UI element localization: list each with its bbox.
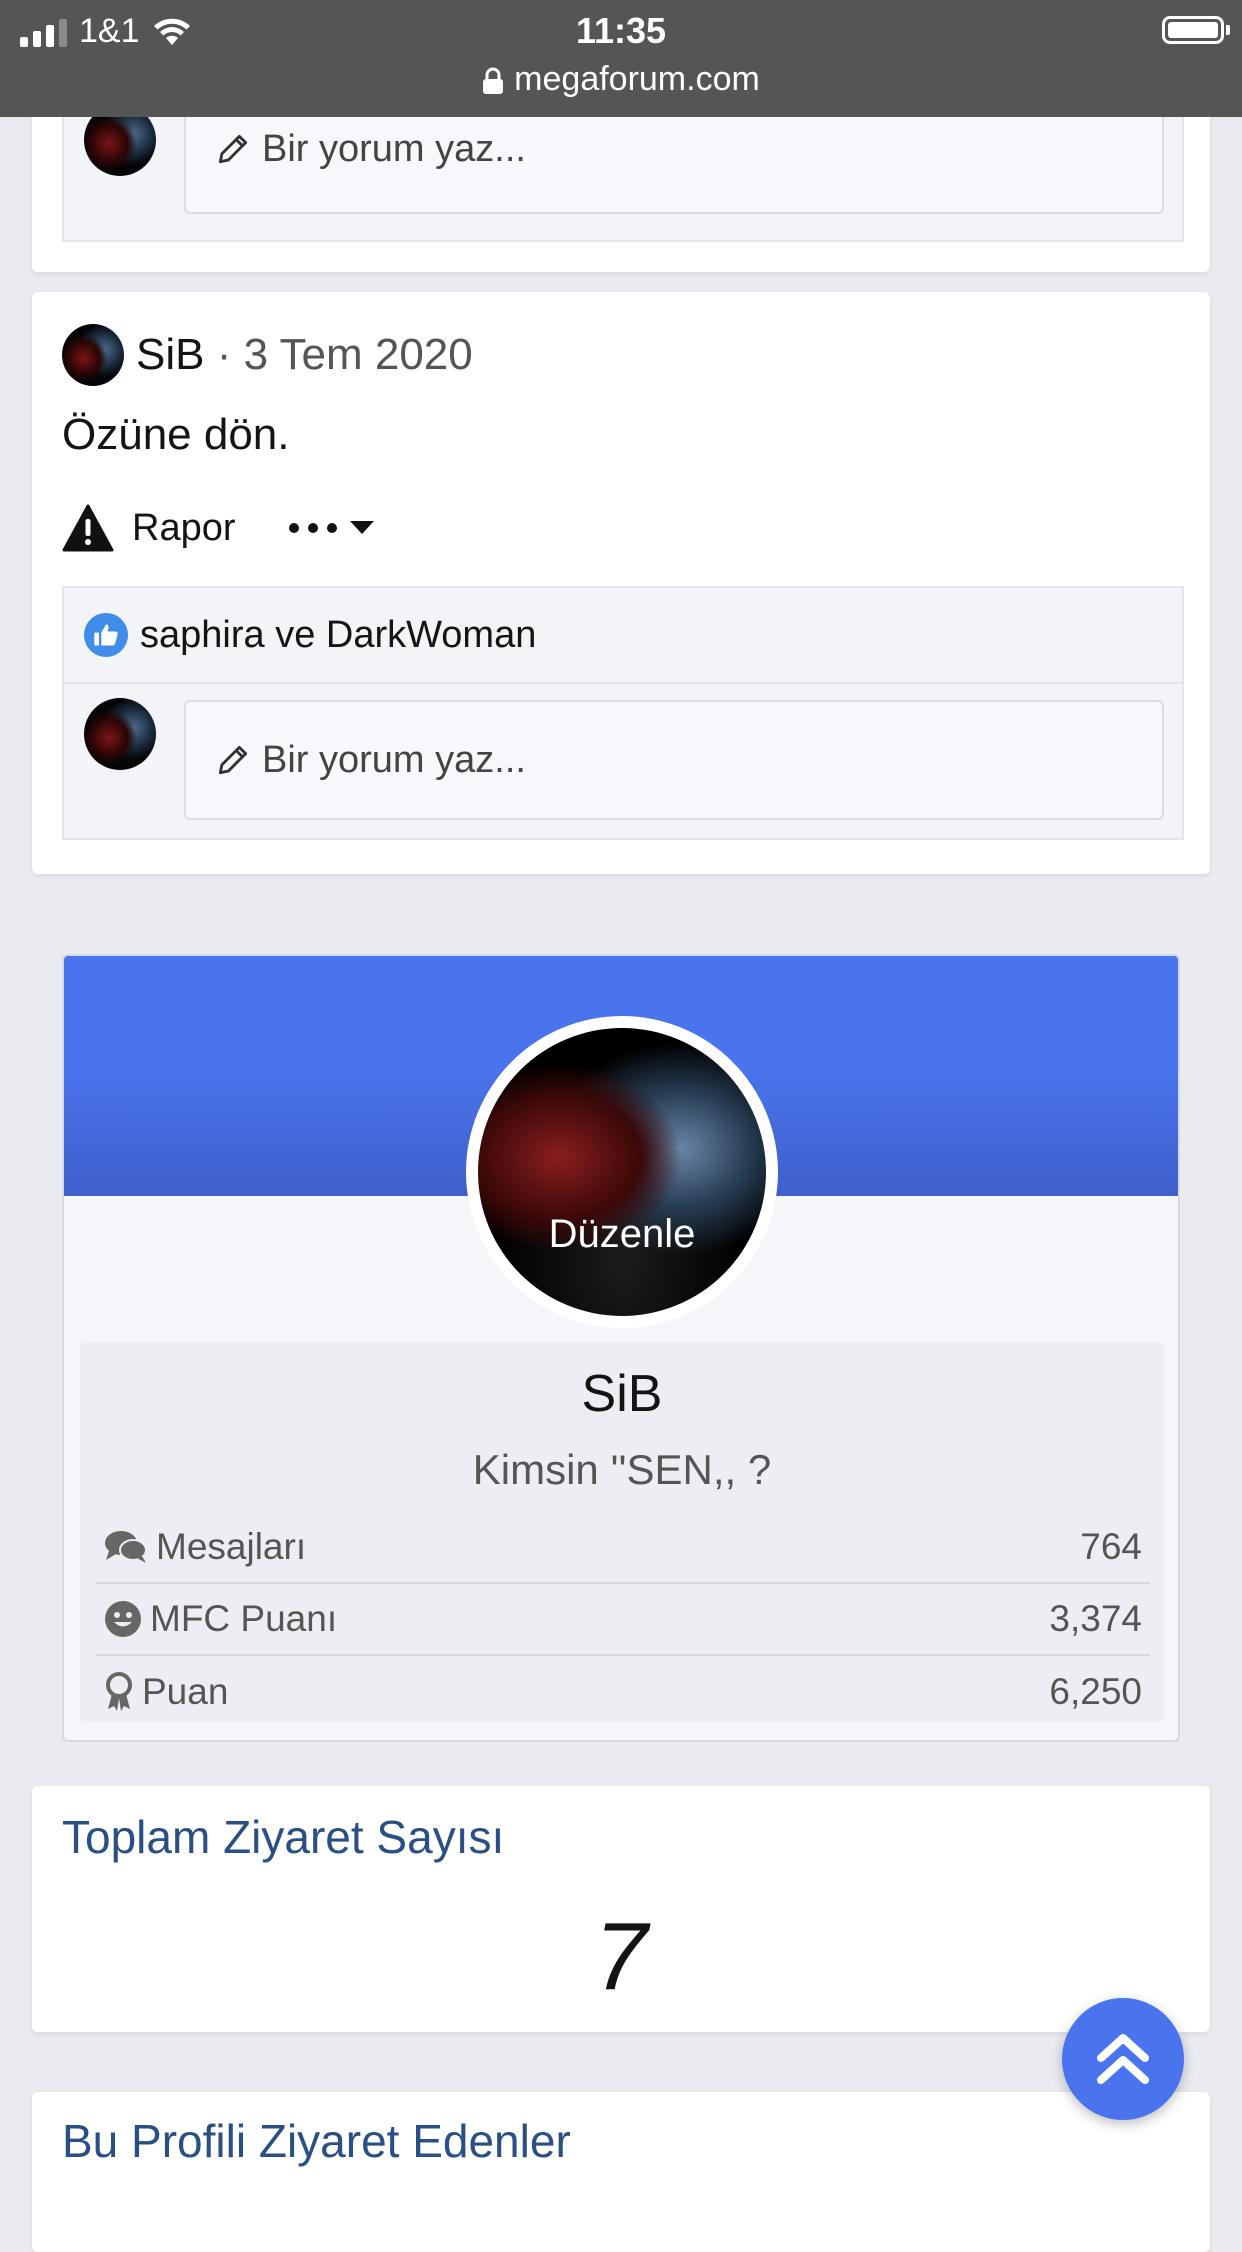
stat-value: 764 [1080, 1526, 1142, 1567]
url-text: megaforum.com [514, 60, 760, 98]
avatar[interactable] [62, 324, 124, 386]
status-bar: 1&1 11:35 megaforum.com [0, 0, 1242, 117]
stat-row-mfc-points: MFC Puanı 3,374 [96, 1584, 1150, 1656]
stat-row-messages: Mesajları 764 [96, 1512, 1150, 1584]
warning-icon [62, 504, 114, 552]
more-menu-button[interactable] [288, 521, 374, 535]
previous-post-card: Bir yorum yaz... [32, 86, 1210, 272]
report-label: Rapor [132, 506, 236, 549]
profile-info: SiB Kimsin ''SEN,, ? Mesajları 764 MFC P… [80, 1342, 1164, 1722]
ellipsis-icon [288, 523, 337, 533]
likes-bar[interactable]: saphira ve DarkWoman [64, 588, 1182, 684]
avatar-image [478, 1028, 766, 1316]
edit-avatar-button[interactable]: Düzenle [466, 1212, 778, 1257]
post-actions: Rapor [62, 504, 374, 552]
stat-label: MFC Puanı [150, 1598, 338, 1639]
visit-count-title: Toplam Ziyaret Sayısı [62, 1811, 505, 1863]
profile-avatar[interactable]: Düzenle [466, 1016, 778, 1328]
post-date[interactable]: · 3 Tem 2020 [217, 330, 473, 380]
visitors-title: Bu Profili Ziyaret Edenler [62, 2115, 571, 2167]
likes-text: saphira ve DarkWoman [140, 613, 537, 656]
post-card: SiB · 3 Tem 2020 Özüne dön. Rapor saphir… [32, 292, 1210, 874]
post-body: Özüne dön. [62, 410, 290, 459]
stat-value: 3,374 [1049, 1598, 1142, 1639]
post-header: SiB · 3 Tem 2020 [62, 324, 473, 386]
report-button[interactable]: Rapor [62, 504, 236, 552]
stat-label: Mesajları [156, 1526, 307, 1567]
profile-name[interactable]: SiB [80, 1364, 1164, 1424]
profile-card: Düzenle SiB Kimsin ''SEN,, ? Mesajları 7… [62, 954, 1180, 1742]
profile-user-title: Kimsin ''SEN,, ? [472, 1446, 772, 1493]
comments-icon [105, 1531, 147, 1563]
lock-icon [483, 67, 504, 95]
stat-value: 6,250 [1049, 1671, 1142, 1712]
double-chevron-up-icon [1097, 2034, 1149, 2084]
scroll-to-top-button[interactable] [1062, 1998, 1184, 2120]
stat-label: Puan [142, 1671, 229, 1712]
caret-down-icon [349, 521, 374, 534]
address-bar[interactable]: megaforum.com [0, 60, 1242, 99]
comment-area: saphira ve DarkWoman Bir yorum yaz... [62, 586, 1184, 840]
thumbs-up-icon [84, 613, 128, 657]
pencil-icon [218, 134, 248, 164]
visitors-card: Bu Profili Ziyaret Edenler [32, 2092, 1210, 2252]
smile-icon [105, 1601, 141, 1637]
visit-count-card: Toplam Ziyaret Sayısı 7 [32, 1786, 1210, 2032]
comment-placeholder: Bir yorum yaz... [262, 127, 526, 170]
battery-icon [1162, 16, 1230, 44]
stat-row-points: Puan 6,250 [96, 1656, 1150, 1728]
clock: 11:35 [575, 10, 667, 51]
pencil-icon [218, 745, 248, 775]
avatar [84, 698, 156, 770]
award-icon [106, 1672, 132, 1711]
post-author[interactable]: SiB [136, 330, 204, 380]
comment-input[interactable]: Bir yorum yaz... [184, 700, 1164, 820]
comment-placeholder: Bir yorum yaz... [262, 738, 526, 781]
visit-count-value: 7 [594, 1903, 648, 2010]
